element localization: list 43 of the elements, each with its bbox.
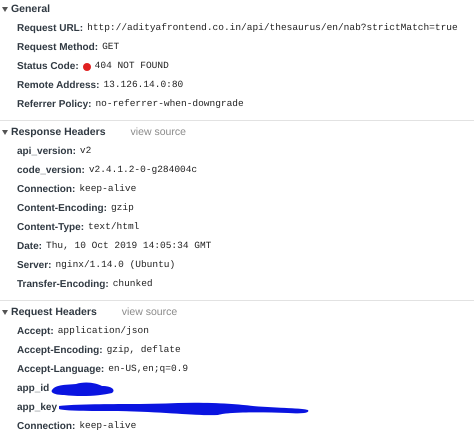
section-title[interactable]: Response Headers [11,124,106,140]
header-value: keep-alive [79,419,136,434]
header-value: keep-alive [79,182,136,196]
header-value: en-US,en;q=0.9 [108,362,188,376]
header-name: Connection: [17,183,76,197]
header-name: Accept-Encoding: [17,344,103,358]
header-name: Request URL: [17,22,84,36]
header-value: Thu, 10 Oct 2019 14:05:34 GMT [46,239,212,254]
disclosure-triangle-icon[interactable] [2,7,8,12]
header-value: no-referrer-when-downgrade [95,97,244,112]
header-name: Remote Address: [17,79,100,93]
redaction-mark [50,380,116,397]
header-name: Content-Encoding: [17,202,107,216]
header-value: text/html [88,220,140,234]
header-value: v2.4.1.2-0-g284004c [88,163,198,178]
header-value: 404 NOT FOUND [94,59,169,74]
header-value: application/json [58,324,149,338]
disclosure-triangle-icon[interactable] [2,130,8,135]
header-name: api_version: [17,145,76,159]
header-value: v2 [80,144,92,158]
header-value: gzip, deflate [106,343,181,358]
section-title[interactable]: Request Headers [11,304,97,320]
header-name: code_version: [17,164,85,178]
header-name: Connection: [17,420,76,434]
section-title[interactable]: General [11,2,50,18]
header-value: gzip [110,201,134,216]
header-value: GET [102,40,120,54]
header-value: http://adityafrontend.co.in/api/thesaurus/en/nab?strictMatch=true [87,21,458,36]
header-name: Server: [17,259,52,273]
header-name: Status Code: [17,60,79,74]
header-value: nginx/1.14.0 (Ubuntu) [55,258,176,272]
header-name: app_id [17,382,50,396]
header-name: Transfer-Encoding: [17,278,109,292]
header-value: chunked [112,277,153,292]
header-name: Accept-Language: [17,363,104,377]
header-name: Date: [17,240,42,254]
header-value: 13.126.14.0:80 [103,78,184,92]
header-name: app_key [17,401,58,415]
header-name: Request Method: [17,41,98,55]
header-name: Referrer Policy: [17,98,92,112]
header-name: Accept: [17,325,54,339]
header-name: Content-Type: [17,221,84,235]
disclosure-triangle-icon[interactable] [2,310,8,315]
